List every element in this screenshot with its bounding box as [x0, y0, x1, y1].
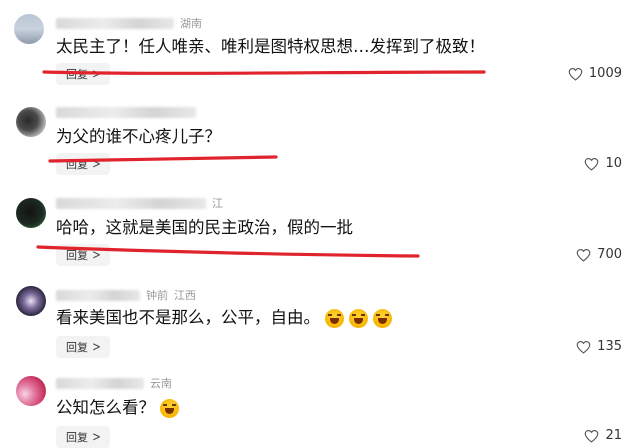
- comment-meta: 云南: [56, 376, 172, 390]
- reply-label: 回复: [66, 158, 88, 171]
- like-button[interactable]: 135: [576, 339, 622, 354]
- comment-text-content: 哈哈，这就是美国的民主政治，假的一批: [56, 218, 353, 237]
- heart-icon: [585, 157, 599, 171]
- comment-meta: 江: [56, 196, 223, 210]
- comment-location: 江西: [174, 289, 196, 302]
- heart-icon: [585, 429, 599, 443]
- chevron-right-icon: >: [92, 339, 101, 355]
- comment-text-content: 看来美国也不是那么，公平，自由。: [56, 308, 320, 327]
- like-count: 135: [597, 339, 622, 354]
- laughing-crying-emoji: [373, 308, 392, 328]
- chevron-right-icon: >: [92, 429, 101, 445]
- comment-text: 哈哈，这就是美国的民主政治，假的一批: [56, 217, 353, 239]
- comment-item: 湖南 太民主了！任人唯亲、唯利是图特权思想…发挥到了极致！ 回复 > 1009: [0, 0, 636, 95]
- username-blurred: [56, 289, 140, 301]
- reply-button[interactable]: 回复 >: [56, 63, 110, 85]
- laughing-crying-emoji: [160, 398, 179, 418]
- avatar[interactable]: [14, 14, 44, 44]
- like-count: 700: [597, 247, 622, 262]
- like-count: 10: [605, 156, 622, 171]
- comment-text-content: 公知怎么看？: [56, 398, 155, 417]
- comment-item: 云南 公知怎么看？ 回复 > 21: [0, 370, 636, 448]
- comment-location: 江: [212, 197, 223, 210]
- reply-label: 回复: [66, 341, 88, 354]
- comment-time: 钟前: [146, 289, 168, 302]
- comment-item: 钟前 江西 看来美国也不是那么，公平，自由。 回复 > 135: [0, 280, 636, 370]
- comment-text: 太民主了！任人唯亲、唯利是图特权思想…发挥到了极致！: [56, 36, 485, 58]
- like-count: 21: [605, 428, 622, 443]
- chevron-right-icon: >: [92, 156, 101, 172]
- heart-icon: [576, 340, 591, 354]
- like-button[interactable]: 1009: [568, 66, 622, 81]
- reply-label: 回复: [66, 249, 88, 262]
- comment-text: 公知怎么看？: [56, 397, 179, 419]
- avatar[interactable]: [16, 286, 46, 316]
- like-button[interactable]: 21: [584, 428, 622, 443]
- laughing-crying-emoji: [325, 308, 344, 328]
- reply-button[interactable]: 回复 >: [56, 336, 110, 358]
- heart-icon: [576, 248, 591, 262]
- like-button[interactable]: 10: [584, 156, 622, 171]
- reply-button[interactable]: 回复 >: [56, 244, 110, 266]
- reply-button[interactable]: 回复 >: [56, 153, 110, 175]
- laughing-crying-emoji: [349, 308, 368, 328]
- username-blurred: [56, 106, 196, 118]
- comment-text: 为父的谁不心疼儿子？: [56, 126, 221, 148]
- like-button[interactable]: 700: [576, 247, 622, 262]
- reply-button[interactable]: 回复 >: [56, 426, 110, 448]
- like-count: 1009: [588, 66, 622, 81]
- comment-meta: [56, 105, 202, 119]
- avatar[interactable]: [16, 198, 46, 228]
- comment-text: 看来美国也不是那么，公平，自由。: [56, 307, 392, 329]
- avatar[interactable]: [16, 376, 46, 406]
- comment-meta: 湖南: [56, 16, 202, 30]
- comment-item: 为父的谁不心疼儿子？ 回复 > 10: [0, 95, 636, 190]
- chevron-right-icon: >: [92, 66, 101, 82]
- reply-label: 回复: [66, 431, 88, 444]
- reply-label: 回复: [66, 68, 88, 81]
- comment-text-content: 为父的谁不心疼儿子？: [56, 127, 221, 146]
- username-blurred: [56, 17, 174, 29]
- heart-icon: [568, 67, 583, 81]
- comment-meta: 钟前 江西: [56, 288, 196, 302]
- username-blurred: [56, 197, 206, 209]
- username-blurred: [56, 377, 144, 389]
- comment-location: 云南: [150, 377, 172, 390]
- comment-item: 江 哈哈，这就是美国的民主政治，假的一批 回复 > 700: [0, 190, 636, 280]
- comment-location: 湖南: [180, 17, 202, 30]
- chevron-right-icon: >: [92, 247, 101, 263]
- avatar[interactable]: [16, 107, 46, 137]
- comment-text-content: 太民主了！任人唯亲、唯利是图特权思想…发挥到了极致！: [56, 37, 485, 56]
